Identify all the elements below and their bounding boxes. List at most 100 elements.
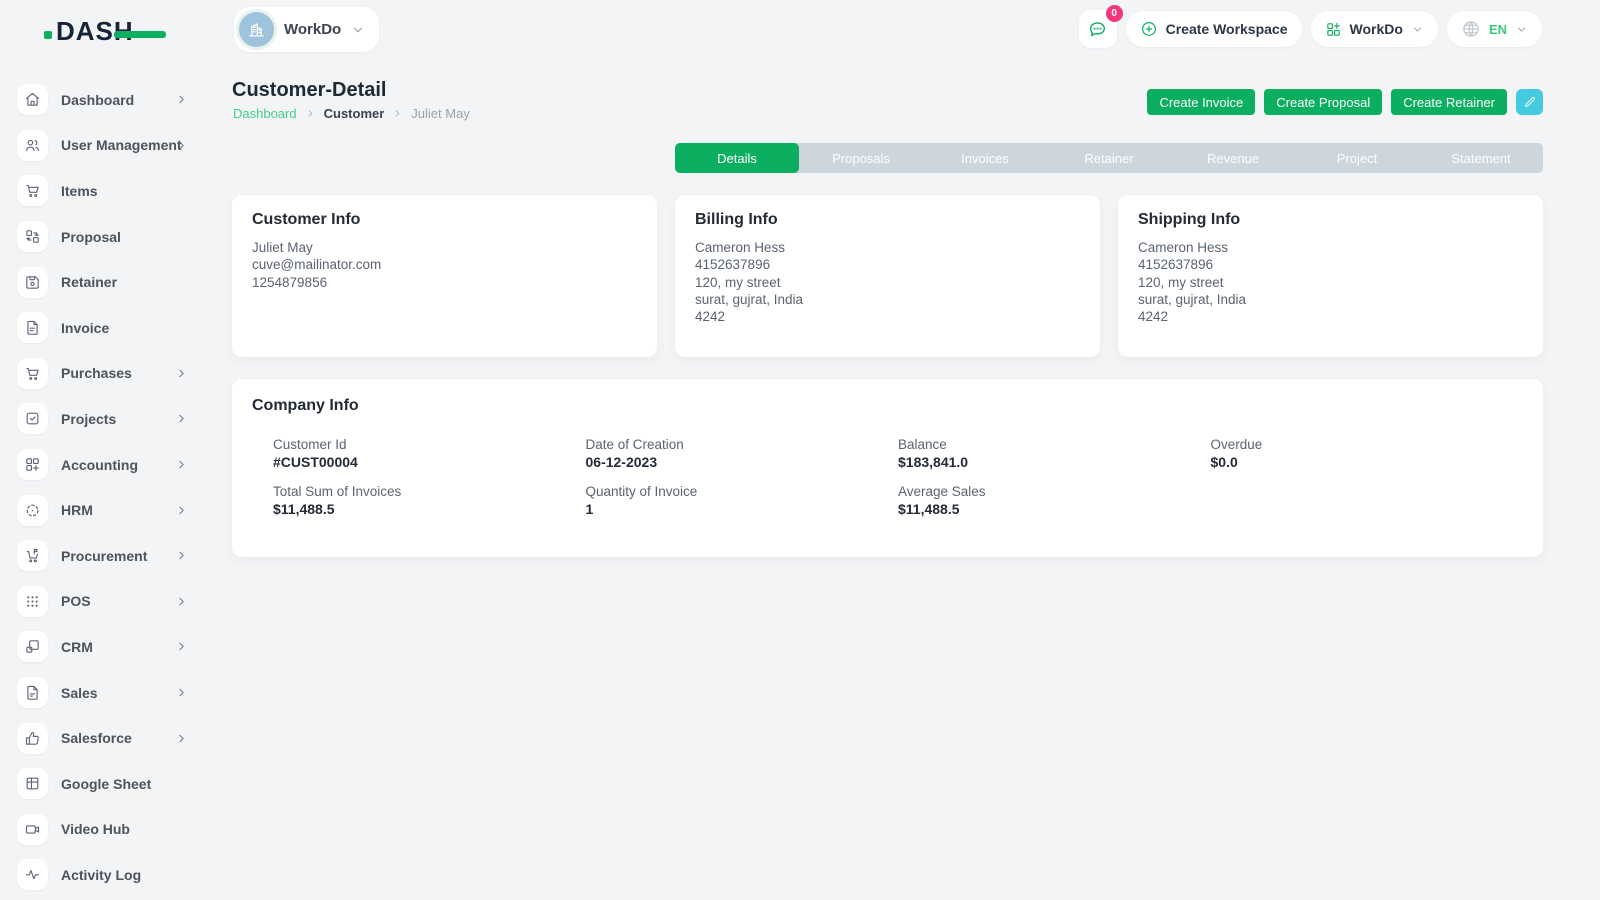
customer-phone: 1254879856 [252,274,637,291]
customer-name: Juliet May [252,239,637,256]
cart-icon [17,358,48,389]
edit-customer-button[interactable] [1516,89,1543,115]
chevron-right-icon [175,412,188,425]
table-icon [17,768,48,799]
chevron-right-icon [175,93,188,106]
cart-icon [17,175,48,206]
logo-bar [114,31,166,38]
sidebar-item-video-hub[interactable]: Video Hub [0,807,210,853]
chevron-right-icon [175,504,188,517]
breadcrumb-dashboard-link[interactable]: Dashboard [233,106,297,121]
chevron-right-icon [175,139,188,152]
sidebar-item-items[interactable]: Items [0,168,210,214]
chevron-right-icon [392,108,403,119]
logo-dot [44,31,52,39]
tab-project[interactable]: Project [1295,143,1419,173]
create-proposal-button[interactable]: Create Proposal [1264,89,1382,115]
globe-icon [1461,19,1481,39]
tab-details[interactable]: Details [675,143,799,173]
sidebar-item-projects[interactable]: Projects [0,396,210,442]
users-icon [17,130,48,161]
chevron-right-icon [175,640,188,653]
breadcrumb: Dashboard Customer Juliet May [233,106,470,121]
sidebar-item-salesforce[interactable]: Salesforce [0,715,210,761]
sidebar-item-google-sheet[interactable]: Google Sheet [0,761,210,807]
sidebar-item-proposal[interactable]: Proposal [0,214,210,260]
sidebar-item-dashboard[interactable]: Dashboard [0,77,210,123]
sidebar-item-pos[interactable]: POS [0,579,210,625]
create-invoice-button[interactable]: Create Invoice [1147,89,1255,115]
sidebar-item-user-management[interactable]: User Management [0,123,210,169]
messages-button[interactable]: 0 [1079,10,1117,48]
create-workspace-button[interactable]: Create Workspace [1126,11,1302,47]
billing-city: surat, gujrat, India [695,291,1080,308]
customer-info-card: Customer Info Juliet May cuve@mailinator… [232,195,657,357]
language-code: EN [1489,22,1507,37]
sidebar-item-invoice[interactable]: Invoice [0,305,210,351]
customer-email: cuve@mailinator.com [252,256,637,273]
tab-statement[interactable]: Statement [1419,143,1543,173]
field-date-of-creation: Date of Creation 06-12-2023 [586,437,899,470]
chevron-right-icon [175,367,188,380]
dots-grid-icon [17,586,48,617]
chevron-down-icon [351,23,365,37]
company-info-grid: Customer Id #CUST00004 Date of Creation … [273,437,1523,517]
billing-phone: 4152637896 [695,256,1080,273]
company-info-card: Company Info Customer Id #CUST00004 Date… [232,379,1543,557]
tab-revenue[interactable]: Revenue [1171,143,1295,173]
field-overdue: Overdue $0.0 [1211,437,1524,470]
page-title: Customer-Detail [232,79,386,102]
thumbs-up-icon [17,723,48,754]
overlapping-boxes-icon [17,631,48,662]
sidebar-item-activity-log[interactable]: Activity Log [0,852,210,898]
focus-circle-icon [17,495,48,526]
breadcrumb-customer-link[interactable]: Customer [324,106,385,121]
sidebar-item-purchases[interactable]: Purchases [0,351,210,397]
grid-plus-icon [17,449,48,480]
chat-icon [1087,19,1108,40]
cart-flag-icon [17,540,48,571]
tab-proposals[interactable]: Proposals [799,143,923,173]
info-cards-row: Customer Info Juliet May cuve@mailinator… [232,195,1543,357]
create-retainer-button[interactable]: Create Retainer [1391,89,1507,115]
billing-name: Cameron Hess [695,239,1080,256]
workspace-selector[interactable]: WorkDo [234,7,379,52]
plus-circle-icon [1140,20,1158,38]
sidebar-item-retainer[interactable]: Retainer [0,259,210,305]
sidebar-item-procurement[interactable]: Procurement [0,533,210,579]
sidebar-item-sales[interactable]: Sales [0,670,210,716]
workspace-switcher[interactable]: WorkDo [1311,11,1438,47]
sidebar-item-hrm[interactable]: HRM [0,487,210,533]
floppy-disk-icon [17,267,48,298]
card-title: Company Info [252,397,1523,415]
home-icon [17,84,48,115]
chevron-right-icon [175,458,188,471]
sidebar-item-accounting[interactable]: Accounting [0,442,210,488]
chevron-right-icon [175,549,188,562]
detail-tabs: Details Proposals Invoices Retainer Reve… [675,143,1543,173]
shipping-phone: 4152637896 [1138,256,1523,273]
checkbox-icon [17,403,48,434]
field-total-sum-of-invoices: Total Sum of Invoices $11,488.5 [273,484,586,517]
sidebar-item-crm[interactable]: CRM [0,624,210,670]
activity-pulse-icon [17,859,48,890]
card-title: Shipping Info [1138,211,1523,229]
app-logo[interactable]: DASH [56,16,134,47]
chevron-right-icon [175,595,188,608]
shipping-info-card: Shipping Info Cameron Hess 4152637896 12… [1118,195,1543,357]
workspace-name: WorkDo [284,21,341,38]
shipping-street: 120, my street [1138,274,1523,291]
card-title: Billing Info [695,211,1080,229]
breadcrumb-current: Juliet May [411,106,470,121]
tab-invoices[interactable]: Invoices [923,143,1047,173]
billing-info-card: Billing Info Cameron Hess 4152637896 120… [675,195,1100,357]
tab-retainer[interactable]: Retainer [1047,143,1171,173]
grid-plus-icon [1325,21,1342,38]
workspace-switcher-label: WorkDo [1350,21,1403,37]
create-workspace-label: Create Workspace [1166,21,1288,37]
shipping-city: surat, gujrat, India [1138,291,1523,308]
invoice-file-icon [17,312,48,343]
messages-count-badge: 0 [1106,5,1123,22]
field-customer-id: Customer Id #CUST00004 [273,437,586,470]
language-selector[interactable]: EN [1447,11,1542,47]
